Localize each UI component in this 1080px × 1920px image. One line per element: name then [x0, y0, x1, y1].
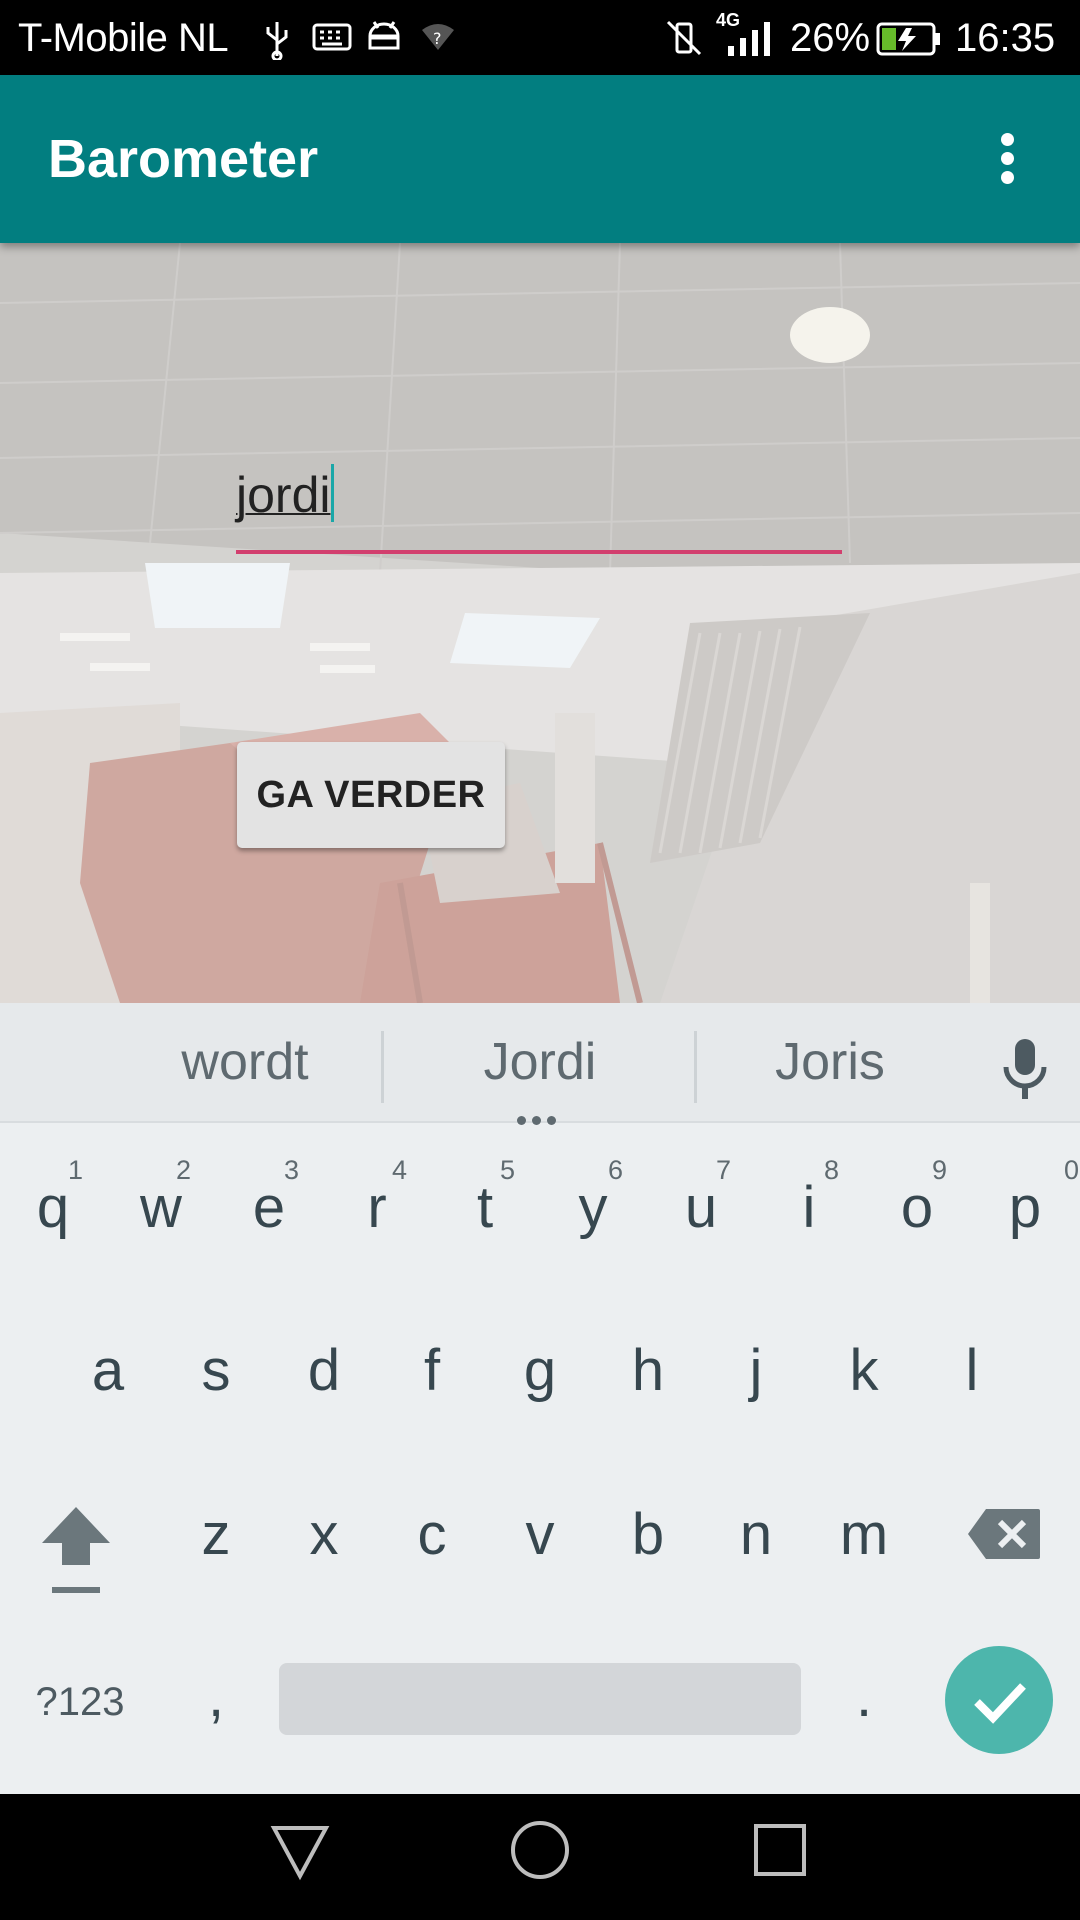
soft-keyboard: wordt Jordi Joris q1 w2 e3 r4 t5 y6 u7 i…	[0, 1003, 1080, 1794]
key-m[interactable]: m	[814, 1465, 914, 1605]
battery-percent: 26%	[790, 16, 871, 60]
navigation-bar	[0, 1794, 1080, 1920]
app-bar: Barometer	[0, 75, 1080, 243]
battery-charging-icon	[876, 22, 940, 56]
key-z[interactable]: z	[166, 1465, 266, 1605]
key-n[interactable]: n	[706, 1465, 806, 1605]
svg-text:?: ?	[433, 29, 442, 48]
key-a[interactable]: a	[58, 1301, 158, 1441]
continue-button[interactable]: GA VERDER	[237, 742, 505, 848]
key-e[interactable]: e3	[219, 1138, 319, 1278]
key-hint: 2	[175, 1155, 191, 1185]
vibrate-off-icon	[666, 20, 702, 56]
key-hint: 4	[391, 1155, 407, 1185]
input-underline	[236, 550, 842, 554]
text-cursor	[331, 464, 335, 522]
back-icon[interactable]	[268, 1820, 332, 1884]
key-u[interactable]: u7	[651, 1138, 751, 1278]
key-hint: 3	[283, 1155, 299, 1185]
space-key[interactable]	[279, 1663, 801, 1735]
wifi-unknown-icon: ?	[422, 24, 454, 50]
more-vert-icon[interactable]	[985, 123, 1031, 195]
usb-icon	[266, 22, 288, 60]
key-hint: 1	[67, 1155, 83, 1185]
period-key[interactable]: .	[814, 1627, 914, 1767]
key-g[interactable]: g	[490, 1301, 590, 1441]
key-hint: 0	[1063, 1155, 1079, 1185]
backspace-icon[interactable]	[966, 1507, 1042, 1561]
suggestion-strip: wordt Jordi Joris	[0, 1003, 1080, 1125]
key-p[interactable]: p0	[975, 1138, 1079, 1278]
symbols-key[interactable]: ?123	[20, 1629, 140, 1775]
name-input[interactable]: jordi	[236, 448, 842, 558]
key-x[interactable]: x	[274, 1465, 374, 1605]
keyboard-icon	[312, 23, 352, 51]
suggestion-divider	[381, 1031, 384, 1103]
key-c[interactable]: c	[382, 1465, 482, 1605]
key-hint: 9	[931, 1155, 947, 1185]
app-title: Barometer	[48, 129, 319, 189]
android-icon	[368, 21, 400, 50]
background-photo	[0, 243, 1080, 1003]
recents-icon[interactable]	[752, 1822, 810, 1880]
key-b[interactable]: b	[598, 1465, 698, 1605]
key-d[interactable]: d	[274, 1301, 374, 1441]
clock: 16:35	[955, 16, 1056, 60]
key-y[interactable]: y6	[543, 1138, 643, 1278]
key-hint: 5	[499, 1155, 515, 1185]
key-hint: 6	[607, 1155, 623, 1185]
more-suggestions-indicator	[517, 1110, 562, 1129]
key-s[interactable]: s	[166, 1301, 266, 1441]
suggestion-3[interactable]: Joris	[730, 1027, 930, 1097]
key-v[interactable]: v	[490, 1465, 590, 1605]
key-h[interactable]: h	[598, 1301, 698, 1441]
status-bar: T-Mobile NL ? 4G 26% 16:35	[0, 0, 1080, 75]
key-o[interactable]: o9	[867, 1138, 967, 1278]
carrier-label: T-Mobile NL	[18, 16, 229, 60]
home-icon[interactable]	[508, 1818, 572, 1882]
signal-icon	[728, 22, 770, 56]
key-f[interactable]: f	[382, 1301, 482, 1441]
check-icon	[974, 1683, 1026, 1724]
suggestion-divider	[694, 1031, 697, 1103]
name-input-value: jordi	[236, 467, 331, 523]
key-w[interactable]: w2	[111, 1138, 211, 1278]
key-q[interactable]: q1	[3, 1138, 103, 1278]
done-key[interactable]	[945, 1646, 1053, 1754]
suggestion-2[interactable]: Jordi	[440, 1027, 640, 1097]
key-k[interactable]: k	[814, 1301, 914, 1441]
comma-key[interactable]: ,	[166, 1627, 266, 1767]
key-hint: 8	[823, 1155, 839, 1185]
shift-icon[interactable]	[38, 1503, 114, 1599]
mic-icon[interactable]	[1000, 1037, 1050, 1101]
key-j[interactable]: j	[706, 1301, 806, 1441]
key-hint: 7	[715, 1155, 731, 1185]
key-t[interactable]: t5	[435, 1138, 535, 1278]
suggestion-1[interactable]: wordt	[150, 1027, 340, 1097]
key-l[interactable]: l	[922, 1301, 1022, 1441]
key-i[interactable]: i8	[759, 1138, 859, 1278]
key-r[interactable]: r4	[327, 1138, 427, 1278]
